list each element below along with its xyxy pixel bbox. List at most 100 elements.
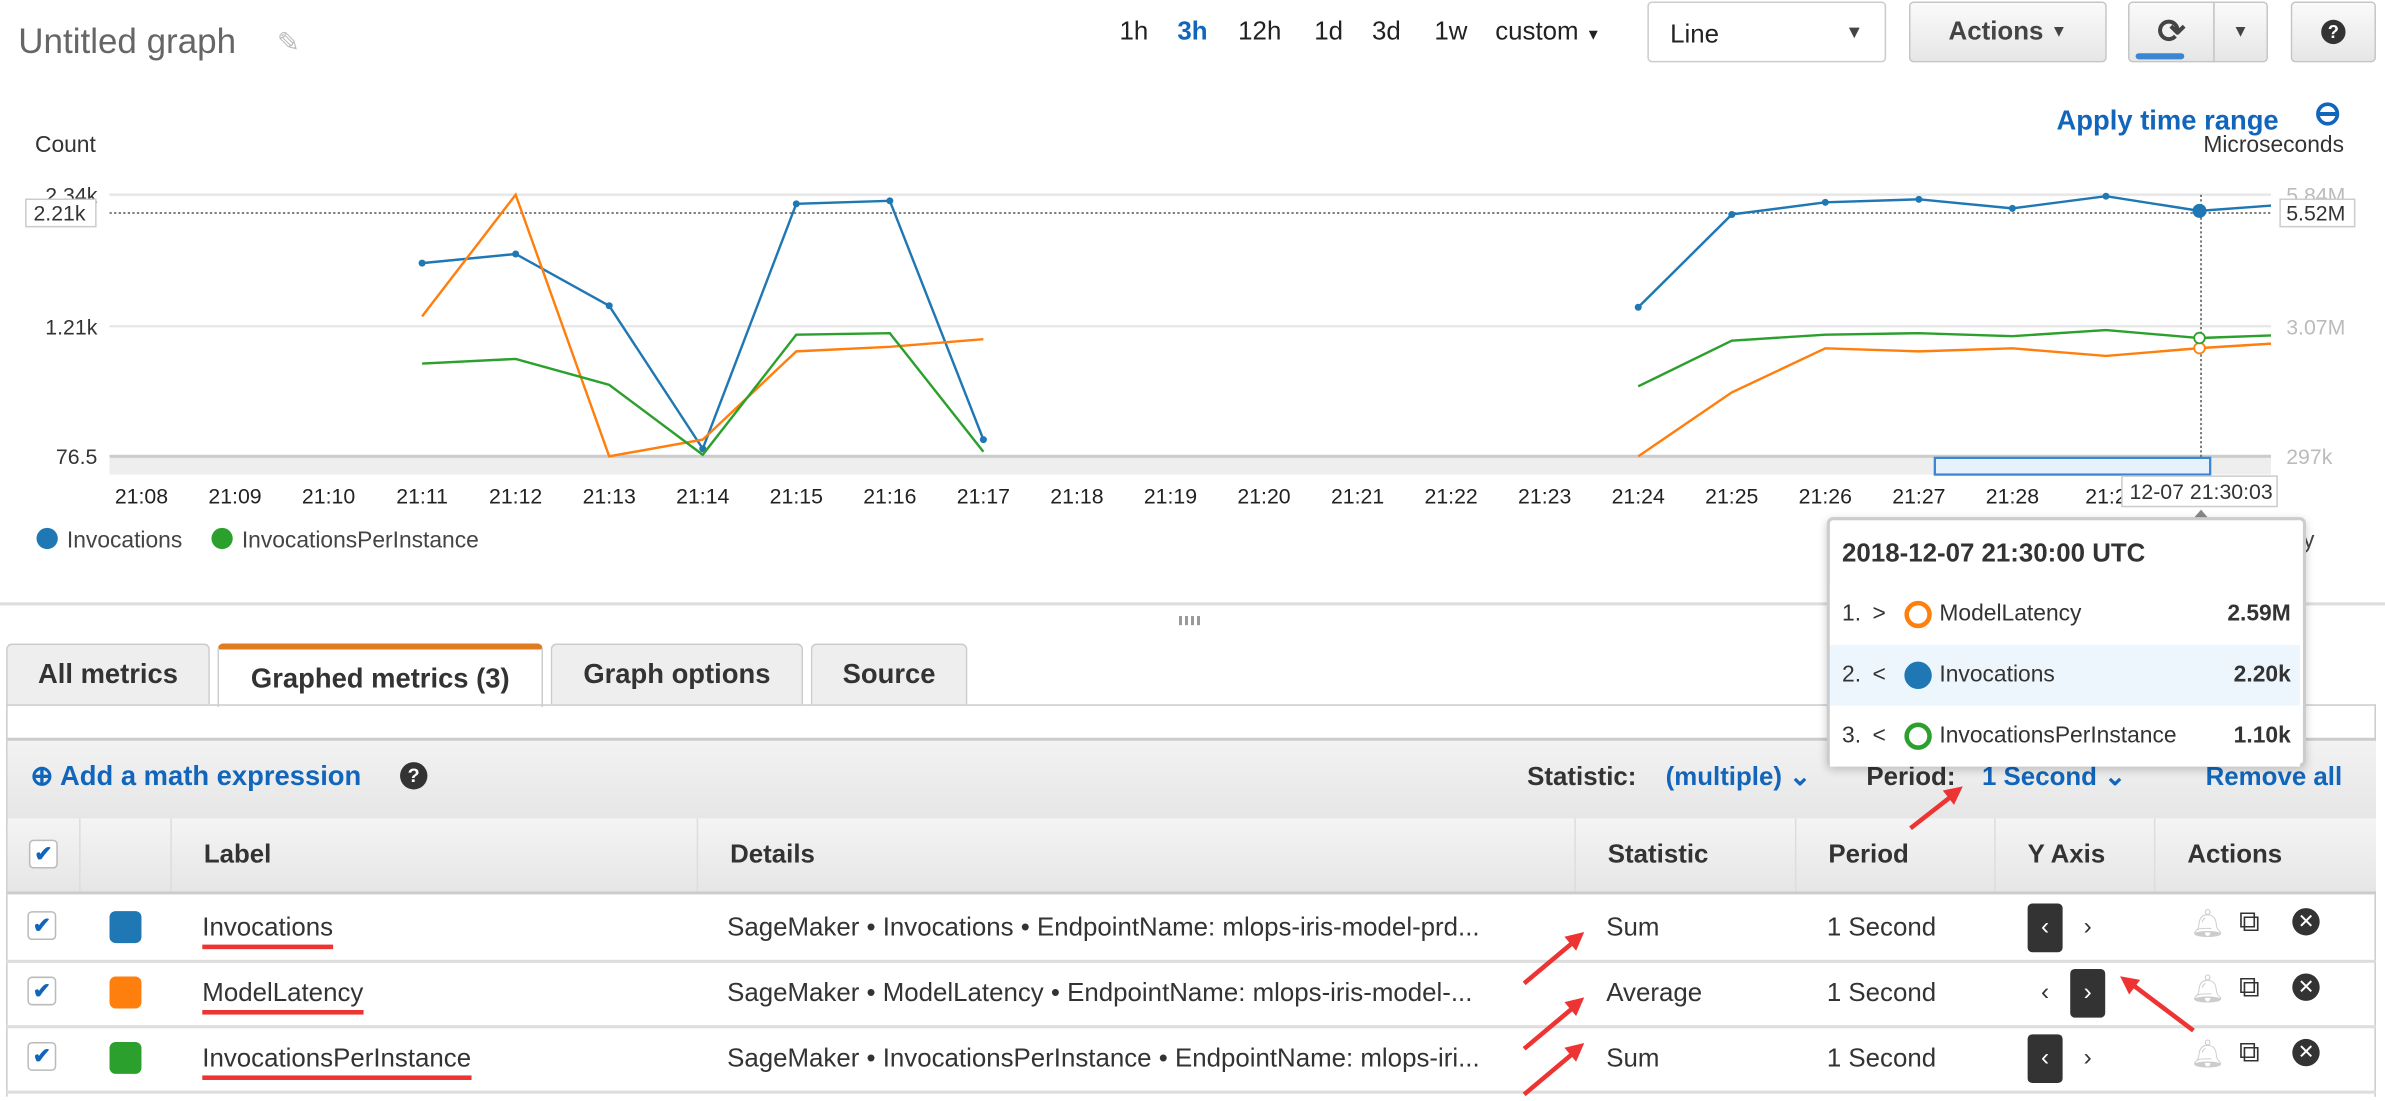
range-1d[interactable]: 1d xyxy=(1314,17,1343,47)
y-axis-left-button[interactable]: ‹ xyxy=(2027,903,2063,953)
data-point-invocations xyxy=(886,197,894,205)
metric-label[interactable]: ModelLatency xyxy=(202,978,364,1015)
refresh-progress xyxy=(2135,53,2185,60)
y-axis-label: Count xyxy=(35,131,96,157)
x-tick-label: 21:14 xyxy=(676,484,729,508)
statistic-label: Statistic: xyxy=(1527,762,1637,791)
tooltip-value: 1.10k xyxy=(2233,722,2291,749)
range-1h[interactable]: 1h xyxy=(1120,17,1149,47)
x-tick-label: 21:19 xyxy=(1144,484,1197,508)
col-statistic[interactable]: Statistic xyxy=(1574,818,1795,892)
y-axis-left-button[interactable]: ‹ xyxy=(2027,1034,2063,1084)
tooltip-value: 2.20k xyxy=(2233,661,2291,688)
bell-icon[interactable]: 🔔︎ xyxy=(2190,908,2225,940)
remove-icon[interactable]: ✕ xyxy=(2292,973,2320,1001)
y-axis-right-button[interactable]: › xyxy=(2070,968,2106,1018)
metric-statistic[interactable]: Sum xyxy=(1606,913,1659,943)
row-checkbox[interactable]: ✔ xyxy=(27,976,57,1006)
legend-invocations[interactable]: Invocations xyxy=(67,527,182,553)
x-tick-label: 21:09 xyxy=(208,484,261,508)
caret-down-icon: ▼ xyxy=(1585,27,1601,45)
edit-pencil-icon[interactable]: ✎ xyxy=(277,27,300,59)
col-label[interactable]: Label xyxy=(170,818,696,892)
bell-icon[interactable]: 🔔︎ xyxy=(2190,1039,2225,1071)
x-tick-label: 21:21 xyxy=(1331,484,1384,508)
metric-details: SageMaker • ModelLatency • EndpointName:… xyxy=(727,978,1473,1007)
tooltip-title: 2018-12-07 21:30:00 UTC xyxy=(1842,538,2146,568)
series-line-modellatency xyxy=(1637,342,2272,458)
data-point-invocations xyxy=(512,250,520,258)
tooltip-axis-indicator: < xyxy=(1872,722,1886,749)
metric-label[interactable]: InvocationsPerInstance xyxy=(202,1043,472,1080)
duplicate-icon[interactable]: ⧉ xyxy=(2239,1037,2260,1070)
legend-invocations-per-instance[interactable]: InvocationsPerInstance xyxy=(242,527,479,553)
range-3d[interactable]: 3d xyxy=(1372,17,1401,47)
graph-title[interactable]: Untitled graph xyxy=(18,21,236,62)
remove-icon[interactable]: ✕ xyxy=(2292,908,2320,936)
y-tick-label: 76.5 xyxy=(56,445,97,469)
range-12h[interactable]: 12h xyxy=(1238,17,1281,47)
line-chart[interactable]: Count Microseconds 2.34k1.21k76.55.84M3.… xyxy=(0,122,2385,578)
y-axis-right-button[interactable]: › xyxy=(2070,1034,2105,1083)
tab-all-metrics[interactable]: All metrics xyxy=(6,643,210,705)
series-line-invocations xyxy=(421,199,985,452)
series-marker-icon xyxy=(1904,661,1932,690)
refresh-options-button[interactable]: ▼ xyxy=(2213,1,2268,63)
legend-swatch-invocations-per-instance[interactable] xyxy=(211,527,233,550)
series-marker-icon xyxy=(1904,722,1932,750)
row-checkbox[interactable]: ✔ xyxy=(27,1041,57,1071)
range-custom[interactable]: custom ▼ xyxy=(1495,17,1601,47)
tooltip-series-name: InvocationsPerInstance xyxy=(1939,722,2177,749)
hover-point-invocations xyxy=(2192,203,2207,218)
help-icon[interactable]: ? xyxy=(400,762,428,790)
view-type-select[interactable]: Line ▼ xyxy=(1647,1,1887,63)
col-actions: Actions xyxy=(2153,818,2376,892)
tooltip-item: 1. > ModelLatency 2.59M xyxy=(1829,584,2300,645)
metric-statistic[interactable]: Sum xyxy=(1606,1043,1659,1073)
y-axis-left-button[interactable]: ‹ xyxy=(2028,969,2063,1018)
crosshair-time: 12-07 21:30:03 xyxy=(2130,480,2273,504)
tab-graphed-metrics[interactable]: Graphed metrics (3) xyxy=(217,643,544,708)
table-row: ✔ InvocationsPerInstance SageMaker • Inv… xyxy=(6,1025,2376,1094)
data-point-invocations xyxy=(418,259,426,267)
duplicate-icon[interactable]: ⧉ xyxy=(2239,907,2260,940)
data-point-invocations xyxy=(792,200,800,208)
metric-period[interactable]: 1 Second xyxy=(1827,913,1936,943)
range-1w[interactable]: 1w xyxy=(1434,17,1467,47)
statistic-dropdown[interactable]: (multiple) ⌄ xyxy=(1666,762,1811,792)
refresh-button[interactable]: ⟳ xyxy=(2128,1,2215,63)
col-color xyxy=(79,818,170,892)
hover-point-invocationsperinstance xyxy=(2193,331,2206,345)
tab-graph-options[interactable]: Graph options xyxy=(550,643,804,705)
time-brush-selection[interactable] xyxy=(1933,456,2212,476)
metric-period[interactable]: 1 Second xyxy=(1827,1043,1936,1073)
legend-swatch-invocations[interactable] xyxy=(36,527,58,550)
row-checkbox[interactable]: ✔ xyxy=(27,911,57,941)
color-swatch[interactable] xyxy=(109,911,142,944)
x-tick-label: 21:25 xyxy=(1705,484,1758,508)
bell-icon[interactable]: 🔔︎ xyxy=(2190,974,2225,1006)
tooltip-index: 2. xyxy=(1842,661,1862,688)
help-button[interactable]: ? xyxy=(2290,1,2376,63)
color-swatch[interactable] xyxy=(109,976,142,1009)
range-3h[interactable]: 3h xyxy=(1177,17,1207,47)
color-swatch[interactable] xyxy=(109,1041,142,1074)
remove-icon[interactable]: ✕ xyxy=(2292,1038,2320,1067)
x-tick-label: 21:28 xyxy=(1986,484,2039,508)
metric-statistic[interactable]: Average xyxy=(1606,978,1702,1008)
caret-down-icon: ▼ xyxy=(1845,21,1864,43)
y-axis-right-button[interactable]: › xyxy=(2070,904,2105,953)
col-details[interactable]: Details xyxy=(696,818,1575,892)
tooltip-series-name: ModelLatency xyxy=(1939,600,2082,627)
metric-label[interactable]: Invocations xyxy=(202,913,334,950)
resize-handle[interactable] xyxy=(1178,616,1201,626)
duplicate-icon[interactable]: ⧉ xyxy=(2239,972,2260,1005)
tab-source[interactable]: Source xyxy=(810,643,968,705)
col-period[interactable]: Period xyxy=(1794,818,1994,892)
data-point-invocations xyxy=(2102,192,2110,200)
select-all-checkbox[interactable]: ✔ xyxy=(28,839,58,869)
actions-button[interactable]: Actions ▼ xyxy=(1908,1,2107,63)
refresh-icon: ⟳ xyxy=(2157,12,2186,51)
add-math-expression-button[interactable]: ⊕ Add a math expression xyxy=(30,761,361,793)
metric-period[interactable]: 1 Second xyxy=(1827,978,1936,1008)
